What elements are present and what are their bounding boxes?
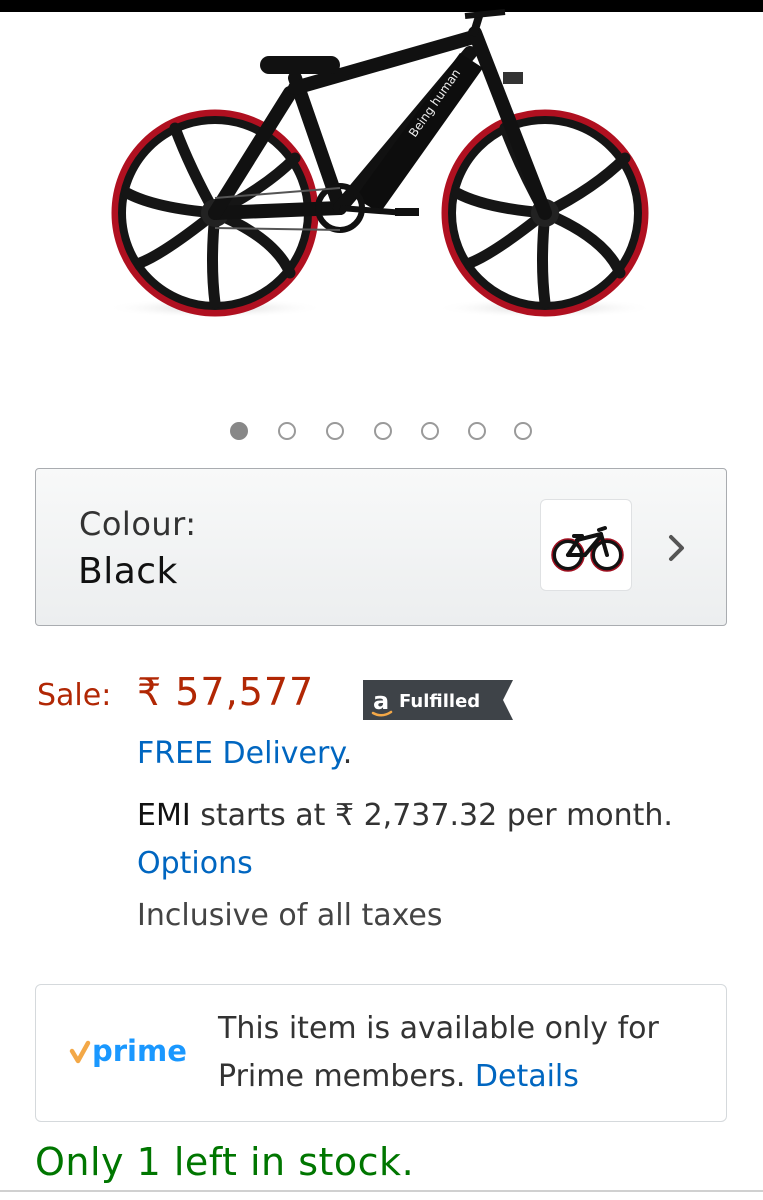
stock-status: Only 1 left in stock.	[35, 1140, 415, 1184]
free-delivery-link[interactable]: FREE Delivery	[137, 736, 343, 771]
fulfilled-badge-text: Fulfilled	[399, 691, 480, 712]
prime-details-link[interactable]: Details	[475, 1059, 579, 1094]
emi-info: EMI starts at ₹ 2,737.32 per month. Opti…	[137, 792, 697, 888]
sale-price: ₹ 57,577	[137, 670, 315, 714]
carousel-dot-3[interactable]	[326, 422, 344, 440]
emi-text: starts at ₹ 2,737.32 per month.	[190, 798, 673, 833]
free-delivery-period: .	[342, 736, 353, 771]
carousel-dot-4[interactable]	[374, 422, 392, 440]
colour-label: Colour:	[79, 505, 197, 543]
carousel-dot-7[interactable]	[514, 422, 532, 440]
bottom-divider	[0, 1190, 763, 1192]
image-carousel-dots	[0, 420, 763, 446]
carousel-dot-1[interactable]	[230, 422, 248, 440]
colour-value: Black	[78, 551, 178, 592]
emi-options-link[interactable]: Options	[137, 846, 253, 881]
bicycle-icon	[551, 526, 624, 572]
svg-text:a: a	[373, 687, 389, 715]
taxes-note: Inclusive of all taxes	[137, 898, 443, 933]
chevron-right-icon[interactable]	[666, 531, 688, 565]
amazon-fulfilled-badge: a Fulfilled	[363, 680, 513, 720]
prime-message-text: This item is available only for Prime me…	[218, 1011, 659, 1094]
prime-logo: prime	[69, 1034, 187, 1068]
prime-message: This item is available only for Prime me…	[218, 1005, 708, 1101]
sale-label: Sale:	[37, 678, 112, 713]
emi-label: EMI	[137, 798, 191, 833]
carousel-dot-5[interactable]	[421, 422, 439, 440]
colour-swatch[interactable]	[540, 499, 632, 591]
free-delivery: FREE Delivery.	[137, 736, 352, 771]
prime-availability-box: prime This item is available only for Pr…	[35, 984, 727, 1122]
prime-logo-text: prime	[92, 1034, 187, 1068]
product-image-bicycle[interactable]: Being human	[95, 8, 675, 330]
carousel-dot-2[interactable]	[278, 422, 296, 440]
carousel-dot-6[interactable]	[468, 422, 486, 440]
colour-selector[interactable]: Colour: Black	[35, 468, 727, 626]
